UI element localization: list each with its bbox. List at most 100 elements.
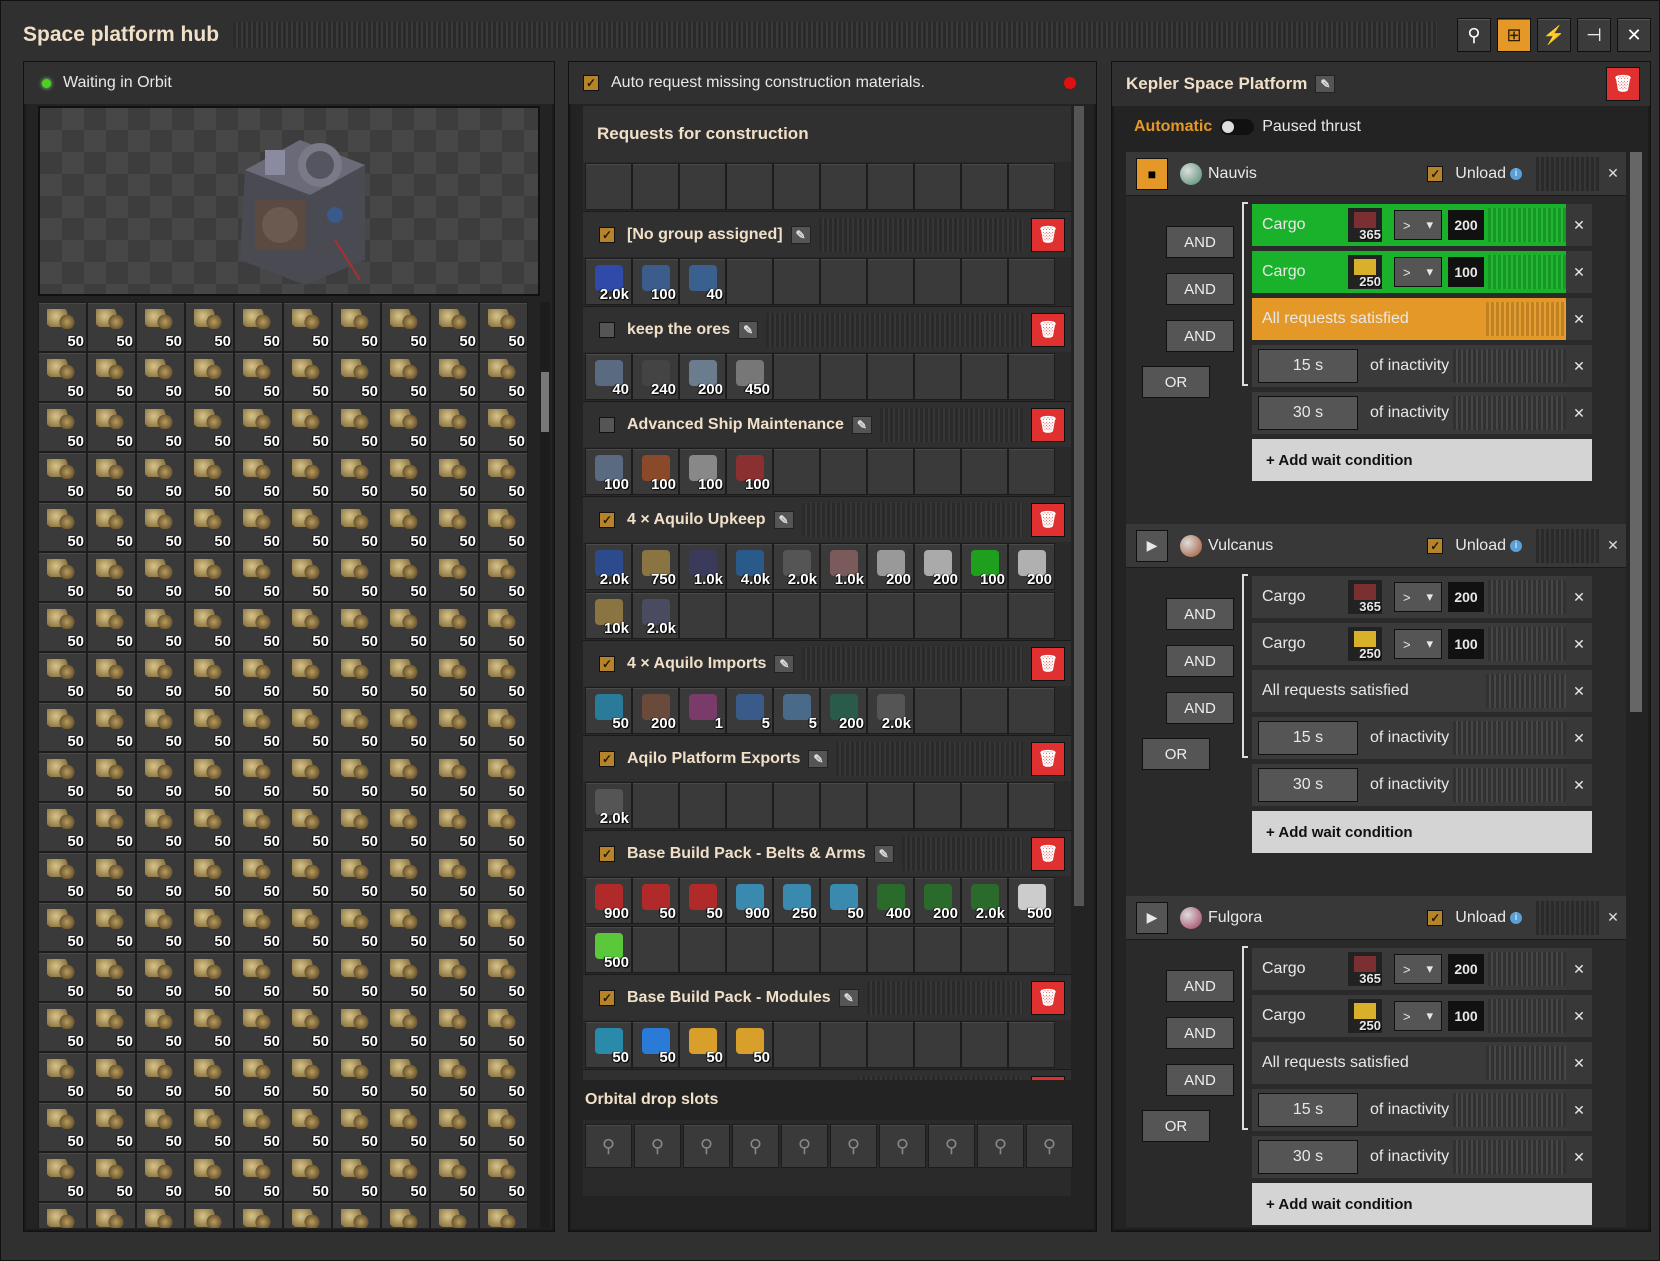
and-button[interactable]: AND [1166,1017,1234,1049]
cargo-slot[interactable]: 50 [234,302,283,352]
remove-condition-icon[interactable]: ✕ [1566,995,1592,1037]
delete-group-button[interactable]: 🗑 [1031,407,1065,442]
request-slot[interactable]: 200 [820,687,867,734]
cargo-slot[interactable]: 50 [332,552,381,602]
cargo-slot[interactable]: 50 [234,652,283,702]
cargo-slot[interactable]: 50 [38,1152,87,1202]
request-slot[interactable]: 2.0k [632,592,679,639]
cargo-slot[interactable]: 50 [381,852,430,902]
request-slot[interactable] [820,926,867,973]
and-button[interactable]: AND [1166,273,1234,305]
station-row[interactable]: ▶ Fulgora ✓ Unload i ✕ [1126,896,1626,940]
remove-condition-icon[interactable]: ✕ [1566,948,1592,990]
and-button[interactable]: AND [1166,598,1234,630]
request-slot[interactable]: 50 [679,1021,726,1068]
cargo-slot[interactable]: 50 [381,1152,430,1202]
request-slot[interactable] [773,448,820,495]
group-drag-handle[interactable] [879,407,1023,442]
request-slot[interactable]: 100 [679,448,726,495]
cargo-slot[interactable]: 50 [136,352,185,402]
cargo-slot[interactable]: 50 [38,1202,87,1228]
request-slot[interactable]: 50 [632,877,679,924]
cargo-slot[interactable]: 50 [479,952,528,1002]
cargo-slot[interactable]: 50 [479,702,528,752]
cargo-slot[interactable]: 50 [332,452,381,502]
cargo-slot[interactable]: 50 [283,1102,332,1152]
cargo-slot[interactable]: 50 [332,352,381,402]
or-button[interactable]: OR [1142,366,1210,398]
inactivity-time-input[interactable]: 30 s [1258,1140,1358,1174]
cargo-slot[interactable]: 50 [283,802,332,852]
request-slot[interactable]: 2.0k [585,543,632,590]
or-button[interactable]: OR [1142,1110,1210,1142]
cargo-slot[interactable]: 50 [136,1152,185,1202]
group-checkbox[interactable]: ✓ [599,511,615,528]
request-slot[interactable]: 240 [632,353,679,400]
request-slot[interactable] [726,163,773,210]
remove-station-icon[interactable]: ✕ [1600,901,1626,935]
cargo-slot[interactable]: 50 [185,352,234,402]
cargo-slot[interactable]: 50 [430,1002,479,1052]
cargo-slot[interactable]: 50 [430,802,479,852]
cargo-slot[interactable]: 50 [332,1102,381,1152]
request-slot[interactable] [914,163,961,210]
cargo-slot[interactable]: 50 [381,652,430,702]
cargo-slot[interactable]: 50 [185,502,234,552]
cargo-slot[interactable]: 50 [87,1202,136,1228]
close-button[interactable]: ✕ [1617,18,1651,52]
request-slot[interactable] [773,1021,820,1068]
auto-request-checkbox[interactable]: ✓ [583,75,599,91]
request-slot[interactable] [726,926,773,973]
cargo-slot[interactable]: 50 [430,402,479,452]
lightning-button[interactable]: ⚡ [1537,18,1571,52]
remove-condition-icon[interactable]: ✕ [1566,392,1592,434]
cargo-slot[interactable]: 50 [430,952,479,1002]
cargo-slot[interactable]: 50 [38,852,87,902]
platform-preview[interactable] [38,106,540,296]
request-slot[interactable] [867,163,914,210]
cargo-slot[interactable]: 50 [283,902,332,952]
delete-group-button[interactable]: 🗑 [1031,217,1065,252]
remove-condition-icon[interactable]: ✕ [1566,345,1592,387]
cargo-slot[interactable]: 50 [185,452,234,502]
requests-satisfied-condition[interactable]: All requests satisfied ✕ [1252,298,1592,340]
cargo-slot[interactable]: 50 [283,302,332,352]
cargo-slot[interactable]: 50 [234,602,283,652]
cargo-slot[interactable]: 50 [185,1152,234,1202]
request-slot[interactable] [726,782,773,829]
cargo-slot[interactable]: 50 [332,702,381,752]
comparator-dropdown[interactable]: > ▾ [1394,1001,1442,1031]
cargo-slot[interactable]: 50 [38,902,87,952]
request-slot[interactable]: 100 [632,448,679,495]
edit-icon[interactable]: ✎ [738,320,759,339]
request-slot[interactable] [1008,926,1055,973]
cargo-condition[interactable]: Cargo 250 > ▾ 100 ✕ [1252,623,1592,665]
remove-condition-icon[interactable]: ✕ [1566,717,1592,759]
cargo-slot[interactable]: 50 [185,402,234,452]
pin-button[interactable]: ⊣ [1577,18,1611,52]
cargo-slot[interactable]: 50 [381,352,430,402]
add-wait-condition-button[interactable]: + Add wait condition [1252,811,1592,853]
cargo-slot[interactable]: 50 [136,752,185,802]
cargo-slot[interactable]: 50 [332,902,381,952]
request-slot[interactable]: 200 [679,353,726,400]
cargo-slot[interactable]: 50 [332,1202,381,1228]
cargo-slot[interactable]: 50 [332,802,381,852]
and-button[interactable]: AND [1166,645,1234,677]
request-slot[interactable]: 450 [726,353,773,400]
cargo-slot[interactable]: 50 [332,852,381,902]
cargo-slot[interactable]: 50 [479,402,528,452]
group-checkbox[interactable]: ✓ [599,750,615,767]
cargo-slot[interactable]: 50 [283,852,332,902]
cargo-slot[interactable]: 50 [332,1152,381,1202]
request-slot[interactable] [820,353,867,400]
request-slot[interactable] [961,926,1008,973]
station-row[interactable]: ■ Nauvis ✓ Unload i ✕ [1126,152,1626,196]
remove-condition-icon[interactable]: ✕ [1566,204,1592,246]
request-slot[interactable] [961,782,1008,829]
and-button[interactable]: AND [1166,692,1234,724]
cargo-slot[interactable]: 50 [381,302,430,352]
cargo-slot[interactable]: 50 [87,302,136,352]
cargo-slot[interactable]: 50 [332,602,381,652]
request-slot[interactable] [773,592,820,639]
